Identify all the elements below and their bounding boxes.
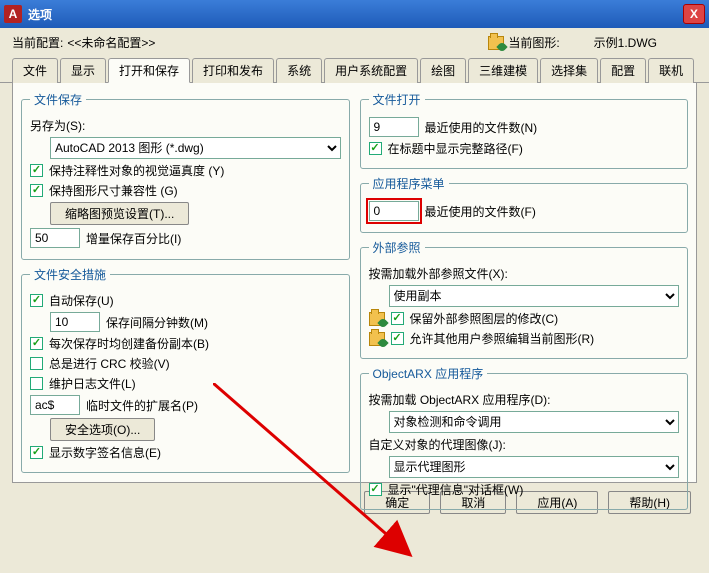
- group-safety: 文件安全措施 自动保存(U) 保存间隔分钟数(M) 每次保存时均创建备份副本(B…: [21, 266, 350, 473]
- group-safety-legend: 文件安全措施: [30, 266, 110, 283]
- arx-load-label: 按需加载 ObjectARX 应用程序(D):: [369, 391, 551, 408]
- arx-proxy-select[interactable]: 显示代理图形: [389, 456, 680, 478]
- drawing-icon: [488, 36, 504, 50]
- left-column: 文件保存 另存为(S): AutoCAD 2013 图形 (*.dwg) 保持注…: [21, 91, 350, 474]
- title-bar: A 选项 X: [0, 0, 709, 28]
- group-file-save-legend: 文件保存: [30, 91, 86, 108]
- log-label: 维护日志文件(L): [49, 375, 136, 392]
- arx-proxy-label: 自定义对象的代理图像(J):: [369, 436, 506, 453]
- folder-icon: [369, 312, 385, 326]
- header-row: 当前配置: <<未命名配置>> 当前图形: 示例1.DWG: [0, 28, 709, 57]
- inc-save-input[interactable]: [30, 228, 80, 248]
- group-xref: 外部参照 按需加载外部参照文件(X): 使用副本 保留外部参照图层的修改(C) …: [360, 239, 689, 359]
- appmenu-mru-input[interactable]: [369, 201, 419, 221]
- tab-profiles[interactable]: 配置: [600, 58, 646, 83]
- arx-load-select[interactable]: 对象检测和命令调用: [389, 411, 680, 433]
- tab-display[interactable]: 显示: [60, 58, 106, 83]
- folder-icon: [369, 332, 385, 346]
- temp-ext-label: 临时文件的扩展名(P): [86, 397, 198, 414]
- current-profile-label: 当前配置:: [12, 34, 63, 51]
- tab-3d[interactable]: 三维建模: [468, 58, 538, 83]
- tab-open-save[interactable]: 打开和保存: [108, 58, 190, 83]
- group-xref-legend: 外部参照: [369, 239, 425, 256]
- tab-system[interactable]: 系统: [276, 58, 322, 83]
- crc-checkbox[interactable]: [30, 357, 43, 370]
- group-file-open-legend: 文件打开: [369, 91, 425, 108]
- xref-retain-label: 保留外部参照图层的修改(C): [410, 310, 559, 327]
- xref-allowedit-checkbox[interactable]: [391, 332, 404, 345]
- xref-allowedit-label: 允许其他用户参照编辑当前图形(R): [410, 330, 595, 347]
- thumb-settings-button[interactable]: 缩略图预览设置(T)...: [50, 202, 189, 225]
- annot-visual-label: 保持注释性对象的视觉逼真度 (Y): [49, 162, 224, 179]
- tab-selection[interactable]: 选择集: [540, 58, 598, 83]
- arx-proxy-dlg-checkbox[interactable]: [369, 483, 382, 496]
- mru-files-input[interactable]: [369, 117, 419, 137]
- tab-panel: 文件保存 另存为(S): AutoCAD 2013 图形 (*.dwg) 保持注…: [12, 83, 697, 483]
- right-column: 文件打开 最近使用的文件数(N) 在标题中显示完整路径(F) 应用程序菜单 最近…: [360, 91, 689, 474]
- tab-bar: 文件 显示 打开和保存 打印和发布 系统 用户系统配置 绘图 三维建模 选择集 …: [0, 57, 709, 83]
- autosave-min-label: 保存间隔分钟数(M): [106, 314, 208, 331]
- appmenu-mru-label: 最近使用的文件数(F): [425, 203, 536, 220]
- fullpath-label: 在标题中显示完整路径(F): [388, 140, 523, 157]
- saveas-label: 另存为(S):: [30, 117, 85, 134]
- window-title: 选项: [28, 6, 683, 23]
- digsig-label: 显示数字签名信息(E): [49, 444, 161, 461]
- current-drawing-label: 当前图形:: [508, 34, 559, 51]
- close-button[interactable]: X: [683, 4, 705, 24]
- tab-plot[interactable]: 打印和发布: [192, 58, 274, 83]
- group-app-menu: 应用程序菜单 最近使用的文件数(F): [360, 175, 689, 233]
- tab-online[interactable]: 联机: [648, 58, 694, 83]
- size-compat-label: 保持图形尺寸兼容性 (G): [49, 182, 178, 199]
- group-arx: ObjectARX 应用程序 按需加载 ObjectARX 应用程序(D): 对…: [360, 365, 689, 510]
- autosave-checkbox[interactable]: [30, 294, 43, 307]
- mru-files-label: 最近使用的文件数(N): [425, 119, 538, 136]
- digsig-checkbox[interactable]: [30, 446, 43, 459]
- group-file-open: 文件打开 最近使用的文件数(N) 在标题中显示完整路径(F): [360, 91, 689, 169]
- security-options-button[interactable]: 安全选项(O)...: [50, 418, 155, 441]
- app-logo-icon: A: [4, 5, 22, 23]
- tab-user[interactable]: 用户系统配置: [324, 58, 418, 83]
- crc-label: 总是进行 CRC 校验(V): [49, 355, 170, 372]
- xref-load-label: 按需加载外部参照文件(X):: [369, 265, 508, 282]
- xref-retain-checkbox[interactable]: [391, 312, 404, 325]
- group-file-save: 文件保存 另存为(S): AutoCAD 2013 图形 (*.dwg) 保持注…: [21, 91, 350, 260]
- tab-file[interactable]: 文件: [12, 58, 58, 83]
- tab-drafting[interactable]: 绘图: [420, 58, 466, 83]
- current-profile-value: <<未命名配置>>: [67, 34, 155, 51]
- arx-proxy-dlg-label: 显示"代理信息"对话框(W): [388, 481, 524, 498]
- autosave-min-input[interactable]: [50, 312, 100, 332]
- xref-load-select[interactable]: 使用副本: [389, 285, 680, 307]
- backup-label: 每次保存时均创建备份副本(B): [49, 335, 209, 352]
- group-arx-legend: ObjectARX 应用程序: [369, 365, 488, 382]
- inc-save-label: 增量保存百分比(I): [86, 230, 181, 247]
- autosave-label: 自动保存(U): [49, 292, 114, 309]
- current-drawing-value: 示例1.DWG: [594, 34, 657, 51]
- annot-visual-checkbox[interactable]: [30, 164, 43, 177]
- log-checkbox[interactable]: [30, 377, 43, 390]
- group-app-menu-legend: 应用程序菜单: [369, 175, 449, 192]
- temp-ext-input[interactable]: [30, 395, 80, 415]
- backup-checkbox[interactable]: [30, 337, 43, 350]
- size-compat-checkbox[interactable]: [30, 184, 43, 197]
- saveas-select[interactable]: AutoCAD 2013 图形 (*.dwg): [50, 137, 341, 159]
- fullpath-checkbox[interactable]: [369, 142, 382, 155]
